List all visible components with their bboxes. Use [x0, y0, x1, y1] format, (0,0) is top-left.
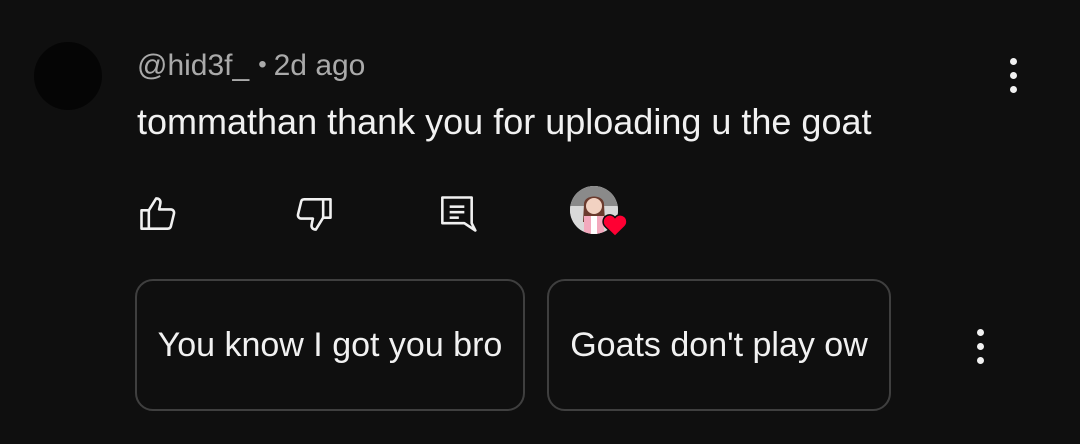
meta-separator: • [258, 51, 267, 78]
reply-comment-icon [441, 196, 477, 232]
creator-heart-badge [570, 186, 634, 242]
more-vert-icon-dot [1009, 57, 1017, 65]
thumb-down-icon [296, 198, 332, 231]
commenter-avatar[interactable] [34, 42, 102, 110]
more-vert-icon-dot [1009, 85, 1017, 93]
thumb-up-icon [140, 197, 176, 230]
comment-author-handle[interactable]: @hid3f_ [137, 49, 249, 82]
comment-timestamp: 2d ago [273, 49, 366, 82]
comment-card: @hid3f_ • 2d ago tommathan thank you for u… [0, 0, 1080, 444]
creator-heart-icon [602, 214, 628, 238]
suggested-reply-chip[interactable]: You know I got you bro [135, 279, 525, 411]
comment-meta: @hid3f_ • 2d ago [137, 47, 365, 84]
comment-text: tommathan thank you for uploading u the … [137, 101, 872, 142]
more-vert-icon-dot [976, 356, 984, 364]
suggested-reply-chip[interactable]: Goats don't play ow [547, 279, 891, 411]
suggested-reply-label: Goats don't play ow [570, 325, 868, 364]
more-vert-icon-dot [1009, 71, 1017, 79]
suggested-reply-label: You know I got you bro [157, 325, 503, 364]
comment-more-options-button[interactable] [993, 45, 1033, 105]
more-suggested-replies-button[interactable] [960, 316, 1000, 376]
more-vert-icon-dot [976, 342, 984, 350]
like-button[interactable] [134, 190, 182, 238]
dislike-button[interactable] [290, 190, 338, 238]
reply-button[interactable] [433, 190, 481, 238]
more-vert-icon-dot [976, 328, 984, 336]
